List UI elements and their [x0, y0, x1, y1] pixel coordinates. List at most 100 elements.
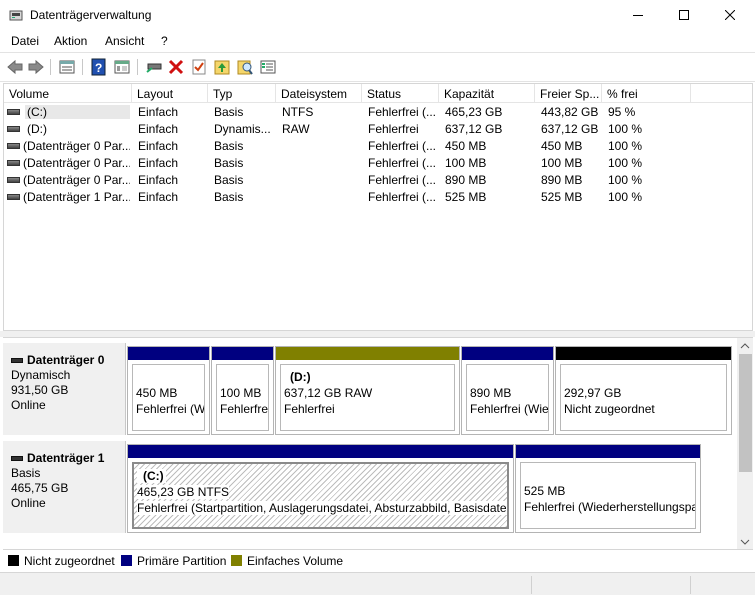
- cell-freier-speicher: 100 MB: [541, 156, 583, 170]
- partition-disk0-450mb[interactable]: 450 MB Fehlerfrei (W: [127, 346, 210, 435]
- partition-title: (D:): [290, 370, 311, 384]
- disk-row: Datenträger 1 Basis 465,75 GB Online (C:…: [3, 441, 735, 533]
- partition-size: 637,12 GB RAW: [284, 386, 373, 400]
- partition-disk0-unallocated[interactable]: 292,97 GB Nicht zugeordnet: [555, 346, 732, 435]
- menu-datei[interactable]: Datei: [11, 34, 39, 48]
- maximize-button[interactable]: [661, 0, 707, 30]
- cell-kapazitaet: 450 MB: [445, 139, 487, 153]
- cell-dateisystem: NTFS: [282, 105, 314, 119]
- partition-color-bar: [128, 347, 209, 360]
- partition-label: 450 MB Fehlerfrei (W: [132, 364, 205, 431]
- cell-layout: Einfach: [138, 139, 179, 153]
- cell-status: Fehlerfrei (...: [368, 190, 437, 204]
- column-header-typ[interactable]: Typ: [208, 84, 276, 103]
- cell-volume: (Datenträger 0 Par...: [23, 139, 130, 153]
- scroll-down-icon[interactable]: [737, 535, 753, 549]
- column-header-freier-speicher[interactable]: Freier Sp...: [535, 84, 602, 103]
- legend-label: Primäre Partition: [137, 554, 227, 568]
- legend-label: Einfaches Volume: [247, 554, 344, 568]
- cell-prozent-frei: 100 %: [608, 139, 643, 153]
- disk-type: Basis: [11, 466, 41, 480]
- column-header-dateisystem[interactable]: Dateisystem: [276, 84, 362, 103]
- partition-color-bar: [462, 347, 553, 360]
- cell-volume: (Datenträger 0 Par...: [23, 156, 130, 170]
- scroll-up-icon[interactable]: [737, 339, 753, 353]
- scrollbar-thumb[interactable]: [739, 354, 752, 472]
- toolbar: ?: [0, 52, 755, 82]
- volume-list: Volume Layout Typ Dateisystem Status Kap…: [3, 83, 753, 331]
- cell-kapazitaet: 525 MB: [445, 190, 487, 204]
- delete-icon[interactable]: [167, 58, 185, 76]
- cell-prozent-frei: 100 %: [608, 173, 643, 187]
- table-row[interactable]: (Datenträger 1 Par... Einfach Basis Fehl…: [4, 189, 752, 206]
- partition-disk1-c[interactable]: (C:) 465,23 GB NTFS Fehlerfrei (Startpar…: [127, 444, 514, 533]
- cell-typ: Basis: [214, 173, 244, 187]
- back-arrow-icon[interactable]: [6, 58, 24, 76]
- cell-layout: Einfach: [138, 105, 179, 119]
- partition-disk0-890mb[interactable]: 890 MB Fehlerfrei (Wie: [461, 346, 554, 435]
- partition-label: (C:) 465,23 GB NTFS Fehlerfrei (Startpar…: [132, 462, 509, 529]
- cell-volume: (Datenträger 0 Par...: [23, 173, 130, 187]
- check-icon[interactable]: [190, 58, 208, 76]
- legend: Nicht zugeordnet Primäre Partition Einfa…: [3, 549, 753, 571]
- legend-swatch: [8, 555, 19, 566]
- cell-status: Fehlerfrei (...: [368, 173, 437, 187]
- cell-volume: (Datenträger 1 Par...: [23, 190, 130, 204]
- cell-prozent-frei: 100 %: [608, 156, 643, 170]
- column-header-layout[interactable]: Layout: [132, 84, 208, 103]
- legend-label: Nicht zugeordnet: [24, 554, 115, 568]
- cell-freier-speicher: 450 MB: [541, 139, 583, 153]
- partition-disk0-d[interactable]: (D:) 637,12 GB RAW Fehlerfrei: [275, 346, 460, 435]
- status-bar: [0, 572, 755, 595]
- disk-type: Dynamisch: [11, 368, 71, 382]
- partition-status: Fehlerfrei: [284, 402, 335, 416]
- volume-icon: [7, 160, 20, 166]
- disk-0-header[interactable]: Datenträger 0 Dynamisch 931,50 GB Online: [3, 343, 126, 435]
- disk-view-scrollbar[interactable]: [737, 338, 753, 550]
- volume-icon: [7, 143, 20, 149]
- volume-icon: [7, 194, 20, 200]
- column-header-volume[interactable]: Volume: [4, 84, 132, 103]
- svg-text:?: ?: [95, 61, 102, 75]
- disk-1-header[interactable]: Datenträger 1 Basis 465,75 GB Online: [3, 441, 126, 533]
- table-row[interactable]: (C:) Einfach Basis NTFS Fehlerfrei (... …: [4, 104, 752, 121]
- disk-management-app-icon: [9, 10, 23, 21]
- cell-freier-speicher: 443,82 GB: [541, 105, 599, 119]
- properties-icon[interactable]: [113, 58, 131, 76]
- partition-title: (C:): [137, 469, 166, 483]
- partition-status: Fehlerfrei (Startpartition, Auslagerungs…: [137, 501, 507, 515]
- disk-icon: [11, 358, 23, 364]
- close-button[interactable]: [707, 0, 753, 30]
- cell-kapazitaet: 100 MB: [445, 156, 487, 170]
- partition-color-bar: [276, 347, 459, 360]
- menu-aktion[interactable]: Aktion: [54, 34, 87, 48]
- partition-color-bar: [556, 347, 731, 360]
- connect-drive-icon[interactable]: [145, 58, 163, 76]
- column-header-status[interactable]: Status: [362, 84, 439, 103]
- column-header-prozent-frei[interactable]: % frei: [602, 84, 691, 103]
- table-row[interactable]: (D:) Einfach Dynamis... RAW Fehlerfrei 6…: [4, 121, 752, 138]
- partition-disk1-525mb[interactable]: 525 MB Fehlerfrei (Wiederherstellungspa: [515, 444, 701, 533]
- cell-kapazitaet: 465,23 GB: [445, 105, 503, 119]
- minimize-button[interactable]: [615, 0, 661, 30]
- legend-item-unallocated: Nicht zugeordnet: [8, 554, 115, 568]
- settings-list-icon[interactable]: [259, 58, 277, 76]
- forward-arrow-icon[interactable]: [27, 58, 45, 76]
- cell-kapazitaet: 890 MB: [445, 173, 487, 187]
- column-header-kapazitaet[interactable]: Kapazität: [439, 84, 535, 103]
- table-row[interactable]: (Datenträger 0 Par... Einfach Basis Fehl…: [4, 138, 752, 155]
- minimize-icon: [633, 15, 643, 16]
- cell-status: Fehlerfrei: [368, 122, 419, 136]
- menu-help[interactable]: ?: [161, 34, 168, 48]
- maximize-icon: [679, 10, 689, 20]
- partition-disk0-100mb[interactable]: 100 MB Fehlerfrei: [211, 346, 274, 435]
- search-volume-icon[interactable]: [236, 58, 254, 76]
- cell-layout: Einfach: [138, 122, 179, 136]
- list-view-icon[interactable]: [58, 58, 76, 76]
- table-row[interactable]: (Datenträger 0 Par... Einfach Basis Fehl…: [4, 172, 752, 189]
- table-row[interactable]: (Datenträger 0 Par... Einfach Basis Fehl…: [4, 155, 752, 172]
- help-icon[interactable]: ?: [90, 58, 108, 76]
- volume-icon: [7, 126, 20, 132]
- upload-icon[interactable]: [213, 58, 231, 76]
- menu-ansicht[interactable]: Ansicht: [105, 34, 144, 48]
